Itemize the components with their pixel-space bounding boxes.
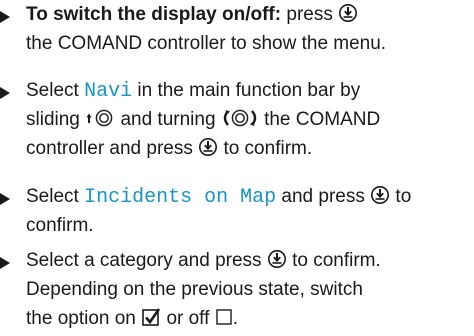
- bullet-arrow-icon: [0, 257, 10, 269]
- item-4-line-2: Depending on the previous state, switch: [26, 279, 363, 300]
- item-2-text: Select: [26, 80, 79, 101]
- item-2-text: to confirm.: [223, 138, 313, 159]
- item-4-text: the option on: [26, 308, 136, 329]
- item-4-text: or off: [166, 308, 210, 329]
- press-controller-icon: [338, 3, 358, 23]
- item-3-text: Select: [26, 186, 79, 207]
- item-2-line-2: sliding and turning the COMAND: [26, 105, 380, 135]
- item-4-text: to confirm.: [292, 250, 381, 271]
- item-1-bold-lead: To switch the display on/off:: [26, 4, 282, 25]
- item-3-line-2: confirm.: [26, 215, 94, 236]
- menu-term-navi: Navi: [84, 80, 133, 103]
- slide-up-controller-icon: [85, 108, 115, 128]
- item-2-text: controller and press: [26, 138, 193, 159]
- turn-controller-icon: [221, 108, 259, 128]
- bullet-arrow-icon: [0, 11, 10, 23]
- item-2-text: sliding: [26, 109, 80, 130]
- item-4-text: .: [232, 308, 238, 329]
- item-4-line-3: the option on or off .: [26, 304, 238, 334]
- instruction-list: To switch the display on/off: press the …: [0, 0, 474, 336]
- item-2-line-1: Select Navi in the main function bar by: [26, 76, 360, 107]
- bullet-arrow-icon: [0, 87, 10, 99]
- checkbox-unchecked-icon: [215, 307, 233, 327]
- press-controller-icon: [267, 249, 287, 269]
- press-controller-icon: [198, 137, 218, 157]
- item-1-line-2: the COMAND controller to show the menu.: [26, 33, 387, 54]
- press-controller-icon: [370, 185, 390, 205]
- bullet-arrow-icon: [0, 193, 10, 205]
- menu-term-incidents-on-map: Incidents on Map: [84, 186, 277, 209]
- item-2-text: the COMAND: [264, 109, 381, 130]
- checkbox-checked-icon: [141, 307, 161, 327]
- item-2-line-3: controller and press to confirm.: [26, 134, 312, 164]
- item-1-text: press: [281, 4, 333, 25]
- item-2-text: and turning: [120, 109, 216, 130]
- item-2-text: in the main function bar by: [137, 80, 361, 101]
- item-3-text: to: [395, 186, 412, 207]
- item-3-line-1: Select Incidents on Map and press to: [26, 182, 411, 213]
- item-4-text: Select a category and press: [26, 250, 262, 271]
- item-4-line-1: Select a category and press to confirm.: [26, 246, 381, 276]
- item-3-text: and press: [281, 186, 365, 207]
- item-1-line-1: To switch the display on/off: press: [26, 0, 358, 30]
